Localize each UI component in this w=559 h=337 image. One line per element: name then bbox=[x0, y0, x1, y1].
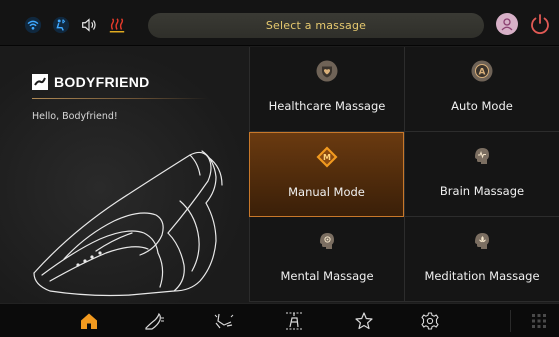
home-icon[interactable] bbox=[77, 310, 101, 332]
auto-a-icon: A bbox=[470, 59, 494, 83]
menu-item-brain-massage[interactable]: Brain Massage bbox=[404, 132, 559, 217]
brain-head-icon bbox=[470, 144, 494, 168]
wifi-icon[interactable] bbox=[24, 15, 42, 35]
menu-item-label: Manual Mode bbox=[288, 185, 365, 199]
brand-panel: BODYFRIEND Hello, Bodyfriend! bbox=[0, 47, 249, 303]
nav-divider bbox=[510, 310, 511, 332]
chair-legs-icon[interactable] bbox=[212, 310, 236, 332]
menu-item-meditation-massage[interactable]: Meditation Massage bbox=[404, 217, 559, 302]
heat-icon[interactable] bbox=[108, 15, 126, 35]
top-status-bar: Select a massage bbox=[0, 0, 559, 46]
mental-head-icon bbox=[315, 229, 339, 253]
menu-item-label: Healthcare Massage bbox=[268, 99, 386, 113]
status-icons bbox=[24, 12, 136, 38]
bottom-nav-bar bbox=[0, 303, 559, 337]
menu-item-label: Meditation Massage bbox=[424, 269, 540, 283]
meditation-head-icon bbox=[470, 229, 494, 253]
massage-chair-screen: Select a massage BODYFRIEND Hello, Bodyf… bbox=[0, 0, 559, 337]
brand-divider bbox=[32, 98, 208, 99]
massage-menu-grid: Healthcare Massage A Auto Mode M Manual … bbox=[249, 47, 559, 303]
menu-item-auto-mode[interactable]: A Auto Mode bbox=[404, 47, 559, 132]
brand: BODYFRIEND bbox=[32, 71, 150, 93]
menu-item-label: Brain Massage bbox=[439, 184, 525, 198]
menu-item-manual-mode[interactable]: M Manual Mode bbox=[249, 132, 404, 217]
manual-m-icon: M bbox=[315, 145, 339, 169]
apps-grid-icon[interactable] bbox=[527, 310, 551, 332]
menu-item-mental-massage[interactable]: Mental Massage bbox=[249, 217, 404, 302]
user-avatar-icon[interactable] bbox=[496, 13, 518, 35]
chair-recline-icon[interactable] bbox=[143, 310, 167, 332]
svg-text:M: M bbox=[323, 153, 331, 162]
greeting-text: Hello, Bodyfriend! bbox=[32, 111, 118, 122]
massage-chair-illustration bbox=[33, 150, 223, 297]
chair-position-icon[interactable] bbox=[282, 310, 306, 332]
bodyfriend-logo-icon bbox=[32, 74, 48, 90]
menu-item-label: Auto Mode bbox=[451, 99, 513, 113]
menu-item-healthcare-massage[interactable]: Healthcare Massage bbox=[249, 47, 404, 132]
page-title: Select a massage bbox=[148, 13, 484, 38]
menu-item-label: Mental Massage bbox=[280, 269, 374, 283]
heart-shield-icon bbox=[315, 59, 339, 83]
svg-text:A: A bbox=[479, 67, 486, 77]
volume-icon[interactable] bbox=[80, 15, 98, 35]
brand-name: BODYFRIEND bbox=[54, 74, 150, 90]
settings-icon[interactable] bbox=[418, 310, 442, 332]
bluetooth-person-icon[interactable] bbox=[52, 15, 70, 35]
star-icon[interactable] bbox=[352, 310, 376, 332]
power-icon[interactable] bbox=[527, 11, 553, 37]
